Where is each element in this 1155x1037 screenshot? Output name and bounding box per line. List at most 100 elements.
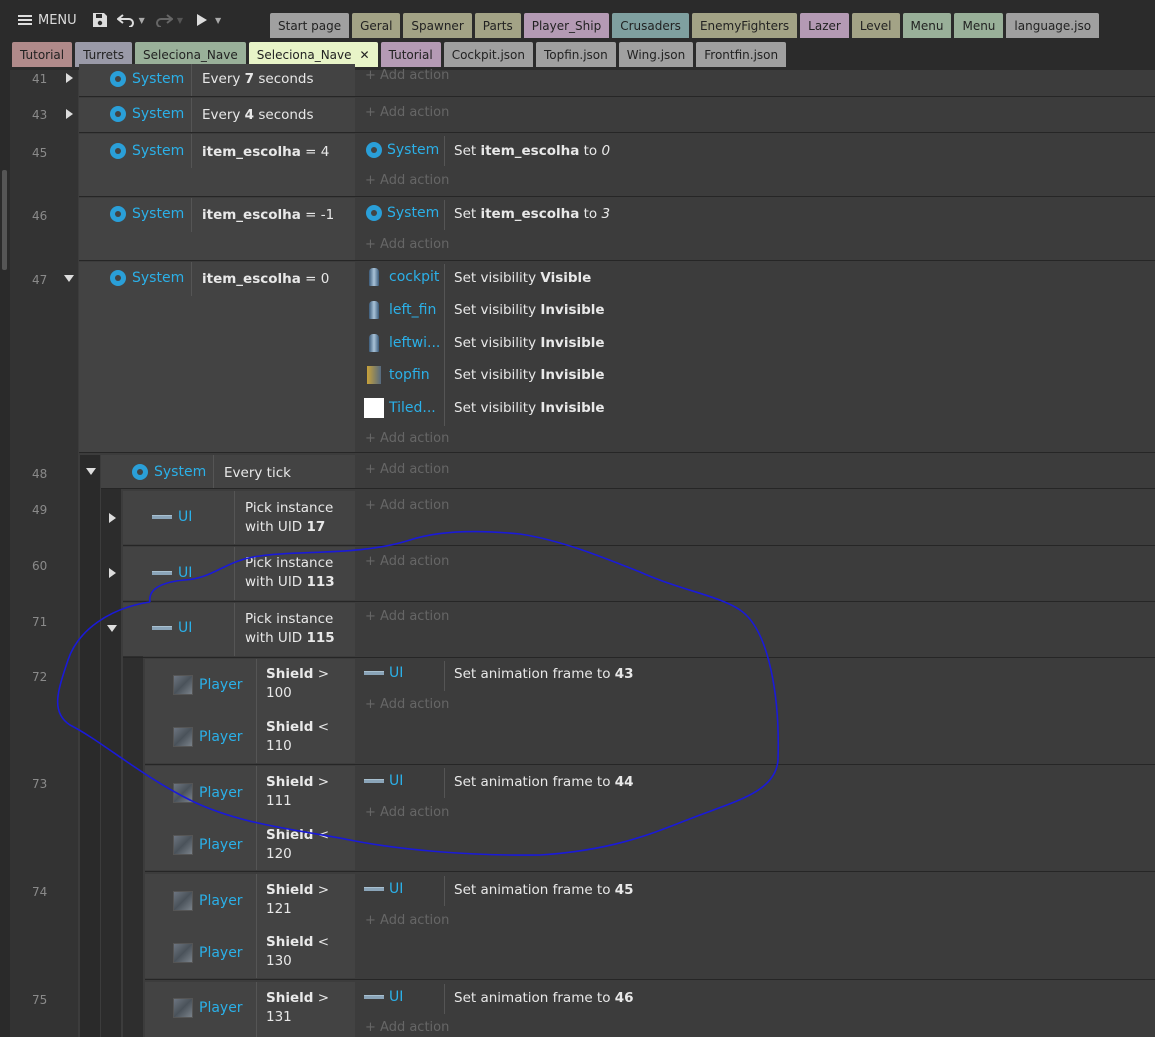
tab-6[interactable]: Topfin.json [535, 42, 616, 67]
condition-text[interactable]: item_escolha = -1 [202, 206, 334, 225]
condition-text[interactable]: Pick instance with UID 115 [245, 610, 335, 648]
condition-object[interactable]: System [110, 143, 184, 159]
action-object[interactable]: UI [364, 881, 403, 897]
tab-5[interactable]: Crusaders [612, 13, 689, 38]
condition-text[interactable]: item_escolha = 0 [202, 270, 329, 289]
expand-arrow-icon[interactable] [109, 513, 116, 523]
tab-10[interactable]: Menu [954, 13, 1004, 38]
add-action-link[interactable]: + Add action [365, 697, 449, 712]
tab-11[interactable]: language.jso [1006, 13, 1100, 38]
add-action-link[interactable]: + Add action [365, 498, 449, 513]
tab-0[interactable]: Tutorial [12, 42, 73, 67]
condition-text[interactable]: Every 7 seconds [202, 70, 314, 89]
tab-4[interactable]: Tutorial [380, 42, 441, 67]
condition-object[interactable]: System [110, 71, 184, 87]
action-text[interactable]: Set visibility Invisible [454, 400, 605, 416]
tab-7[interactable]: Lazer [800, 13, 849, 38]
action-text[interactable]: Set item_escolha to 0 [454, 143, 610, 159]
action-text[interactable]: Set item_escolha to 3 [454, 206, 610, 222]
action-text[interactable]: Set animation frame to 43 [454, 666, 634, 682]
action-text[interactable]: Set visibility Visible [454, 270, 591, 286]
play-dropdown-icon[interactable]: ▼ [215, 16, 221, 25]
condition-object[interactable]: UI [152, 565, 192, 581]
tab-6[interactable]: EnemyFighters [691, 13, 798, 38]
redo-icon[interactable] [151, 6, 177, 34]
expand-arrow-icon[interactable] [66, 73, 73, 83]
tab-1[interactable]: Geral [352, 13, 401, 38]
condition-object[interactable]: Player [173, 783, 243, 803]
collapse-arrow-icon[interactable] [107, 625, 117, 632]
condition-text[interactable]: Shield <120 [266, 826, 329, 864]
save-icon[interactable] [87, 6, 113, 34]
add-action-link[interactable]: + Add action [365, 805, 449, 820]
condition-text[interactable]: Shield <130 [266, 933, 329, 971]
action-object[interactable]: UI [364, 989, 403, 1005]
scrollbar-thumb[interactable] [2, 170, 7, 270]
tab-4[interactable]: Player_Ship [523, 13, 610, 38]
add-action-link[interactable]: + Add action [365, 554, 449, 569]
collapse-arrow-icon[interactable] [86, 468, 96, 475]
expand-arrow-icon[interactable] [66, 109, 73, 119]
add-action-link[interactable]: + Add action [365, 237, 449, 252]
condition-text[interactable]: Shield >121 [266, 881, 329, 919]
add-action-link[interactable]: + Add action [365, 173, 449, 188]
condition-object[interactable]: Player [173, 943, 243, 963]
add-action-link[interactable]: + Add action [365, 913, 449, 928]
add-action-link[interactable]: + Add action [365, 609, 449, 624]
action-object[interactable]: UI [364, 773, 403, 789]
add-action-link[interactable]: + Add action [365, 462, 449, 477]
action-text[interactable]: Set animation frame to 46 [454, 990, 634, 1006]
action-text[interactable]: Set visibility Invisible [454, 335, 605, 351]
action-object[interactable]: topfin [364, 366, 430, 384]
condition-object[interactable]: UI [152, 509, 192, 525]
add-action-link[interactable]: + Add action [365, 68, 449, 83]
tab-2[interactable]: Spawner [403, 13, 472, 38]
condition-block[interactable] [79, 262, 355, 452]
tab-9[interactable]: Menu [902, 13, 952, 38]
condition-object[interactable]: Player [173, 835, 243, 855]
collapse-arrow-icon[interactable] [64, 275, 74, 282]
expand-arrow-icon[interactable] [109, 568, 116, 578]
condition-object[interactable]: System [110, 270, 184, 286]
tab-3[interactable]: Parts [474, 13, 521, 38]
condition-object[interactable]: System [132, 464, 206, 480]
action-text[interactable]: Set animation frame to 45 [454, 882, 634, 898]
add-action-link[interactable]: + Add action [365, 105, 449, 120]
undo-icon[interactable] [113, 6, 139, 34]
tab-5[interactable]: Cockpit.json [443, 42, 533, 67]
condition-text[interactable]: Shield >100 [266, 665, 329, 703]
action-object[interactable]: cockpit [364, 268, 439, 286]
undo-dropdown-icon[interactable]: ▼ [139, 16, 145, 25]
condition-object[interactable]: UI [152, 620, 192, 636]
action-object[interactable]: System [366, 205, 439, 221]
tab-0[interactable]: Start page [270, 13, 350, 38]
condition-object[interactable]: System [110, 206, 184, 222]
condition-text[interactable]: Shield <110 [266, 718, 329, 756]
condition-text[interactable]: Shield >131 [266, 989, 329, 1027]
condition-text[interactable]: Pick instance with UID 113 [245, 554, 335, 592]
action-object[interactable]: leftwi... [364, 334, 440, 352]
condition-object[interactable]: System [110, 106, 184, 122]
condition-text[interactable]: Pick instance with UID 17 [245, 499, 333, 537]
condition-text[interactable]: Shield >111 [266, 773, 329, 811]
redo-dropdown-icon[interactable]: ▼ [177, 16, 183, 25]
action-object[interactable]: System [366, 142, 439, 158]
add-action-link[interactable]: + Add action [365, 431, 449, 446]
condition-text[interactable]: Every tick [224, 464, 291, 483]
action-object[interactable]: Tiled... [364, 398, 436, 418]
menu-button[interactable]: MENU [12, 5, 83, 35]
condition-object[interactable]: Player [173, 727, 243, 747]
play-icon[interactable] [189, 6, 215, 34]
action-object[interactable]: left_fin [364, 301, 436, 319]
tab-8[interactable]: Frontfin.json [696, 42, 787, 67]
condition-text[interactable]: item_escolha = 4 [202, 143, 329, 162]
add-action-link[interactable]: + Add action [365, 1020, 449, 1035]
condition-object[interactable]: Player [173, 891, 243, 911]
action-object[interactable]: UI [364, 665, 403, 681]
action-text[interactable]: Set animation frame to 44 [454, 774, 634, 790]
condition-object[interactable]: Player [173, 998, 243, 1018]
action-text[interactable]: Set visibility Invisible [454, 302, 605, 318]
condition-object[interactable]: Player [173, 675, 243, 695]
action-text[interactable]: Set visibility Invisible [454, 367, 605, 383]
condition-text[interactable]: Every 4 seconds [202, 106, 314, 125]
